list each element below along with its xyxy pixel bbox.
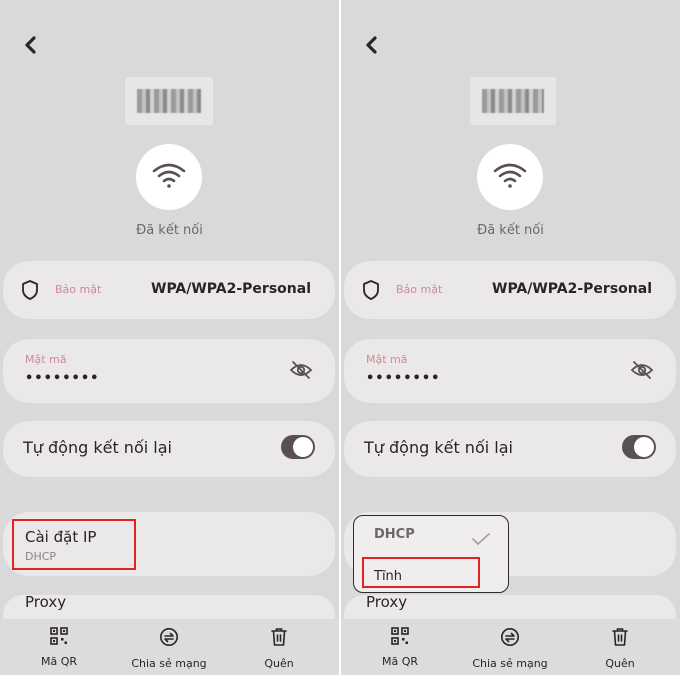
password-value: •••••••• [25,371,100,386]
static-option-highlight-box [362,557,480,588]
security-row: Bảo mật WPA/WPA2-Personal [3,261,335,319]
shield-icon [20,279,40,305]
checkmark-icon [472,530,490,549]
eye-off-icon[interactable] [289,360,313,384]
trash-icon [611,627,629,651]
connection-status: Đã kết nối [477,223,544,238]
forget-network-label: Quên [264,657,294,670]
auto-reconnect-row: Tự động kết nối lại [344,421,676,477]
qr-code-button[interactable]: Mã QR [345,627,455,668]
password-label: Mật mã [366,353,408,366]
wifi-status-circle [477,144,543,210]
dropdown-option-dhcp[interactable]: DHCP [374,527,415,542]
forget-network-label: Quên [605,657,635,670]
connection-status: Đã kết nối [136,223,203,238]
security-label: Bảo mật [396,283,443,296]
back-arrow-icon[interactable] [20,34,42,56]
bottom-navbar: Mã QR Chia sẻ mạng Quên [0,619,339,675]
forget-network-button[interactable]: Quên [565,627,675,670]
wifi-status-circle [136,144,202,210]
trash-icon [270,627,288,651]
auto-reconnect-toggle[interactable] [281,435,315,459]
wifi-icon [492,161,528,193]
bottom-navbar: Mã QR Chia sẻ mạng Quên [341,619,680,675]
network-name-blurred [470,77,556,125]
wifi-icon [151,161,187,193]
forget-network-button[interactable]: Quên [224,627,334,670]
back-arrow-icon[interactable] [361,34,383,56]
shield-icon [361,279,381,305]
share-network-label: Chia sẻ mạng [472,657,548,670]
proxy-label: Proxy [25,593,67,611]
share-network-icon [500,627,520,651]
ip-settings-highlight-box [12,519,136,570]
security-value: WPA/WPA2-Personal [151,281,311,297]
password-label: Mật mã [25,353,67,366]
password-row[interactable]: Mật mã •••••••• [344,339,676,403]
auto-reconnect-label: Tự động kết nối lại [364,438,513,457]
proxy-label: Proxy [366,593,408,611]
qr-code-label: Mã QR [381,655,419,668]
security-row: Bảo mật WPA/WPA2-Personal [344,261,676,319]
share-network-label: Chia sẻ mạng [131,657,207,670]
qr-code-button[interactable]: Mã QR [4,627,114,668]
qr-code-icon [50,627,68,649]
network-name-blurred [125,77,213,125]
qr-code-label: Mã QR [40,655,78,668]
share-network-icon [159,627,179,651]
auto-reconnect-row: Tự động kết nối lại [3,421,335,477]
password-value: •••••••• [366,371,441,386]
wifi-detail-screen-right: Đã kết nối Bảo mật WPA/WPA2-Personal Mật… [341,0,680,675]
qr-code-icon [391,627,409,649]
password-row[interactable]: Mật mã •••••••• [3,339,335,403]
security-label: Bảo mật [55,283,102,296]
security-value: WPA/WPA2-Personal [492,281,652,297]
eye-off-icon[interactable] [630,360,654,384]
wifi-detail-screen-left: Đã kết nối Bảo mật WPA/WPA2-Personal Mật… [0,0,339,675]
share-network-button[interactable]: Chia sẻ mạng [455,627,565,670]
auto-reconnect-label: Tự động kết nối lại [23,438,172,457]
share-network-button[interactable]: Chia sẻ mạng [114,627,224,670]
auto-reconnect-toggle[interactable] [622,435,656,459]
